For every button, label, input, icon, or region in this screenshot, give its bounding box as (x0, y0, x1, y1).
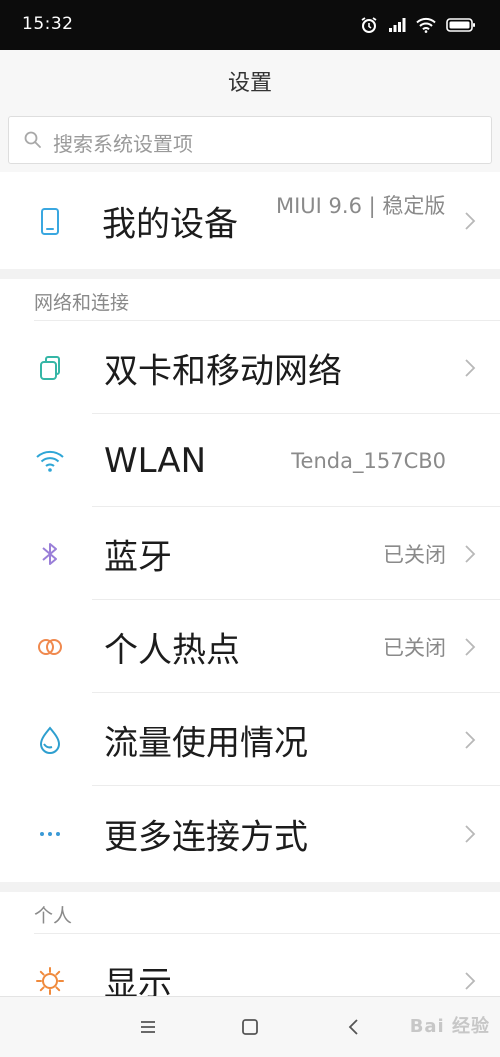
status-time: 15:32 (22, 14, 74, 34)
section-title-network: 网络和连接 (34, 292, 130, 314)
row-label: 蓝牙 (104, 537, 172, 577)
section-title-personal: 个人 (34, 905, 73, 927)
row-bluetooth[interactable]: 蓝牙 已关闭 (0, 507, 500, 600)
row-label: 双卡和移动网络 (104, 351, 342, 391)
phone-icon (32, 203, 68, 239)
dual-sim-icon (32, 350, 68, 386)
row-display[interactable]: 显示 (0, 934, 500, 996)
row-value: 已关闭 (383, 635, 446, 660)
chevron-right-icon (464, 357, 476, 379)
row-value: Tenda_157CB0 (291, 448, 446, 473)
section-gap (0, 882, 500, 892)
row-value: 已关闭 (383, 542, 446, 567)
alarm-icon (360, 16, 378, 34)
row-more-connections[interactable]: 更多连接方式 (0, 786, 500, 882)
status-icons (360, 14, 476, 36)
page-title: 设置 (227, 71, 272, 96)
wifi-status-icon (416, 17, 436, 33)
section-gap (0, 269, 500, 279)
chevron-right-icon (464, 543, 476, 565)
row-label: 流量使用情况 (104, 723, 308, 763)
bluetooth-icon (32, 536, 68, 572)
my-device-value: MIUI 9.6 | 稳定版 (276, 194, 446, 218)
row-wlan[interactable]: WLAN Tenda_157CB0 (0, 414, 500, 507)
hotspot-icon (32, 629, 68, 665)
chevron-right-icon (464, 729, 476, 751)
back-icon[interactable] (342, 1015, 366, 1039)
display-icon (32, 963, 68, 997)
chevron-right-icon (464, 210, 476, 232)
search-input[interactable]: 搜索系统设置项 (8, 116, 492, 164)
more-icon (32, 816, 68, 852)
my-device-card: 我的设备 MIUI 9.6 | 稳定版 (0, 172, 500, 269)
chevron-right-icon (464, 636, 476, 658)
data-usage-icon (32, 722, 68, 758)
chevron-right-icon (464, 970, 476, 992)
menu-icon[interactable] (136, 1015, 160, 1039)
search-icon (23, 130, 43, 150)
row-hotspot[interactable]: 个人热点 已关闭 (0, 600, 500, 693)
wifi-icon (32, 443, 68, 479)
section-header-personal: 个人 (0, 892, 500, 934)
home-icon[interactable] (238, 1015, 262, 1039)
row-label: 更多连接方式 (104, 817, 308, 858)
search-placeholder: 搜索系统设置项 (53, 132, 193, 156)
row-label: 显示 (104, 964, 172, 996)
title-bar: 设置 (0, 50, 500, 109)
personal-section: 显示 (0, 934, 500, 996)
row-data-usage[interactable]: 流量使用情况 (0, 693, 500, 786)
signal-icon (388, 17, 406, 33)
watermark: Bai 经验 (409, 1016, 490, 1037)
status-bar: 15:32 (0, 0, 500, 50)
chevron-right-icon (464, 823, 476, 845)
search-area: 搜索系统设置项 (0, 108, 500, 172)
row-label: WLAN (104, 440, 207, 481)
network-section: 双卡和移动网络 WLAN Tenda_157CB0 蓝牙 已关闭 个人热点 已关… (0, 321, 500, 882)
battery-icon (446, 17, 476, 33)
row-dual-sim[interactable]: 双卡和移动网络 (0, 321, 500, 414)
my-device-label: 我的设备 (102, 204, 238, 244)
row-label: 个人热点 (104, 630, 240, 670)
my-device-row[interactable]: 我的设备 MIUI 9.6 | 稳定版 (0, 172, 500, 269)
section-header-network: 网络和连接 (0, 279, 500, 321)
